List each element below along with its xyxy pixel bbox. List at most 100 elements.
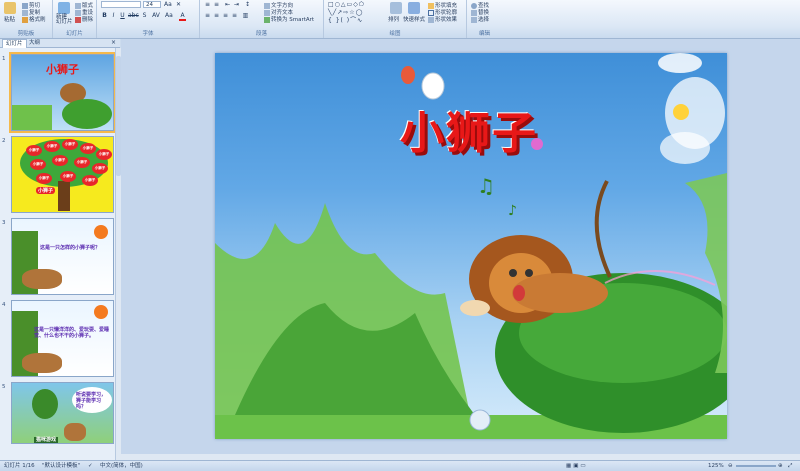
shape-effects-button[interactable]: 形状效果	[428, 15, 457, 23]
lion-image	[64, 423, 86, 441]
thumbnail-3[interactable]: 这是一只怎样的小狮子呢？	[11, 218, 114, 295]
drawing-label: 绘图	[389, 31, 401, 37]
underline-button[interactable]: U	[119, 12, 126, 19]
decrease-indent-icon[interactable]: ⇤	[224, 1, 231, 8]
apple-label: 小狮子	[80, 143, 96, 154]
sun-icon	[94, 305, 108, 319]
effects-icon	[428, 16, 434, 23]
ribbon: 粘贴 剪切 复制 格式刷 剪贴板 新建 幻灯片 版式 重设 删除 幻灯片 24 …	[0, 0, 800, 39]
clear-format-icon[interactable]: ✕	[175, 1, 182, 8]
line-spacing-icon[interactable]: ↕	[244, 1, 251, 8]
shapes-gallery-row2[interactable]: ╲╱↗⇨☆◯	[328, 9, 378, 16]
lion-tail	[594, 180, 612, 278]
lion-eye	[509, 269, 517, 277]
shapes-gallery[interactable]: □○△▭◇⬠	[328, 1, 378, 8]
tab-slides[interactable]: 幻灯片	[2, 39, 27, 48]
yellow-flower	[673, 104, 689, 120]
apple-label: 小狮子	[92, 163, 108, 174]
apple-label: 小狮子	[44, 141, 60, 152]
trunk-label: 小狮子	[36, 187, 56, 194]
music-note-icon: ♪	[508, 203, 517, 219]
thumbnail-4[interactable]: 这是一只懒洋洋的、爱玩耍、爱睡觉、什么也不干的小狮子。	[11, 300, 114, 377]
paragraph-label: 段落	[255, 31, 267, 37]
char-spacing-button[interactable]: AV	[151, 12, 161, 19]
slides-label: 幻灯片	[66, 31, 83, 37]
align-center-icon[interactable]: ≡	[213, 12, 220, 19]
zoom-in-icon[interactable]: ⊕	[778, 462, 783, 470]
apple-label: 小狮子	[74, 157, 90, 168]
italic-button[interactable]: I	[110, 12, 117, 19]
new-slide-button[interactable]: 新建 幻灯片	[56, 14, 73, 25]
thumbnail-1[interactable]: 小狮子	[9, 52, 116, 133]
language-indicator[interactable]: 中文(简体，中国)	[100, 462, 143, 470]
format-painter-button[interactable]: 格式刷	[22, 15, 46, 23]
bush-image	[62, 99, 112, 129]
clipboard-label: 剪贴板	[17, 31, 35, 37]
grow-font-button[interactable]: Aa	[164, 1, 172, 8]
delete-icon	[75, 16, 81, 23]
quick-styles-icon[interactable]	[408, 2, 420, 14]
apple-label: 小狮子	[30, 159, 46, 170]
close-panel-icon[interactable]: ×	[110, 39, 117, 46]
numbering-icon[interactable]: ≡	[213, 1, 220, 8]
delete-button[interactable]: 删除	[75, 15, 93, 23]
paste-icon[interactable]	[4, 2, 16, 14]
slides-group: 新建 幻灯片 版式 重设 删除 幻灯片	[53, 0, 97, 38]
tree-trunk	[58, 181, 70, 211]
columns-icon[interactable]: ▥	[242, 12, 249, 19]
font-name-select[interactable]	[101, 1, 141, 8]
current-slide[interactable]: ♫ ♪ 小狮子	[215, 53, 727, 439]
quick-styles-button[interactable]: 快速样式	[403, 15, 425, 23]
thumb-number: 5	[2, 384, 6, 390]
lion-body	[512, 273, 608, 313]
status-bar: 幻灯片 1/16 "默认设计模板" ✓ 中文(简体，中国) ▦▣▭ 125% ⊖…	[0, 460, 800, 471]
lion-mouth	[513, 285, 525, 301]
font-label: 字体	[142, 31, 154, 37]
lion-image	[22, 269, 62, 289]
fit-window-icon[interactable]: ⤢	[788, 462, 792, 470]
clipboard-group: 粘贴 剪切 复制 格式刷 剪贴板	[0, 0, 53, 38]
bullets-icon[interactable]: ≡	[204, 1, 211, 8]
hot-air-balloon	[421, 72, 445, 100]
shadow-button[interactable]: S	[141, 12, 148, 19]
align-left-icon[interactable]: ≡	[204, 12, 211, 19]
apple-label: 小狮子	[96, 149, 112, 160]
justify-icon[interactable]: ≡	[231, 12, 238, 19]
zoom-slider[interactable]	[736, 465, 776, 467]
theme-name[interactable]: "默认设计模板"	[42, 462, 80, 470]
slide-title[interactable]: 小狮子	[400, 97, 538, 161]
smartart-button[interactable]: 转换为 SmartArt	[264, 15, 314, 23]
increase-indent-icon[interactable]: ⇥	[233, 1, 240, 8]
paragraph-group: ≡ ≡ ⇤ ⇥ ↕ 文字方向 ≡ ≡ ≡ ≡ ▥ 对齐文本 转换为 SmartA…	[200, 0, 324, 38]
thumb-question-text: 这是一只怎样的小狮子呢？	[40, 245, 101, 251]
font-color-button[interactable]: A	[179, 12, 186, 21]
apple-label: 小狮子	[60, 171, 76, 182]
align-right-icon[interactable]: ≡	[222, 12, 229, 19]
new-slide-icon[interactable]	[58, 2, 70, 14]
paste-button[interactable]: 粘贴	[4, 15, 15, 23]
change-case-button[interactable]: Aa	[165, 12, 173, 19]
thumbnail-5[interactable]: 听说要学习，狮子能学习吗？ 猫咪游戏	[11, 382, 114, 444]
apple-label: 小狮子	[36, 173, 52, 184]
font-size-select[interactable]: 24	[143, 1, 161, 8]
arrange-button[interactable]: 排列	[388, 15, 399, 23]
view-buttons[interactable]: ▦▣▭	[566, 462, 588, 470]
shapes-gallery-row3[interactable]: { }( )⌒∿	[328, 17, 378, 24]
thumb-bubble-text: 听说要学习，狮子能学习吗？	[76, 392, 107, 410]
music-note-icon: ♫	[477, 174, 495, 198]
tab-outline[interactable]: 大纲	[26, 39, 43, 47]
font-group: 24 Aa ✕ B I U abc S AV Aa A 字体	[97, 0, 200, 38]
zoom-level[interactable]: 125%	[708, 462, 724, 470]
select-button[interactable]: 选择	[471, 15, 489, 23]
select-icon	[471, 16, 477, 23]
strikethrough-button[interactable]: abc	[128, 12, 139, 19]
cloud-shape	[660, 132, 710, 164]
zoom-out-icon[interactable]: ⊖	[728, 462, 733, 470]
arrange-icon[interactable]	[390, 2, 402, 14]
thumb-number: 3	[2, 220, 6, 226]
spellcheck-icon[interactable]: ✓	[88, 462, 93, 470]
apple-label: 小狮子	[82, 175, 98, 186]
thumbnail-2[interactable]: 小狮子 小狮子 小狮子 小狮子 小狮子 小狮子 小狮子 小狮子 小狮子 小狮子 小狮子 小狮子 小狮子	[11, 136, 114, 213]
bold-button[interactable]: B	[101, 12, 108, 19]
drawing-group: □○△▭◇⬠ ╲╱↗⇨☆◯ { }( )⌒∿ 排列 快速样式 形状填充 形状轮廓…	[324, 0, 467, 38]
